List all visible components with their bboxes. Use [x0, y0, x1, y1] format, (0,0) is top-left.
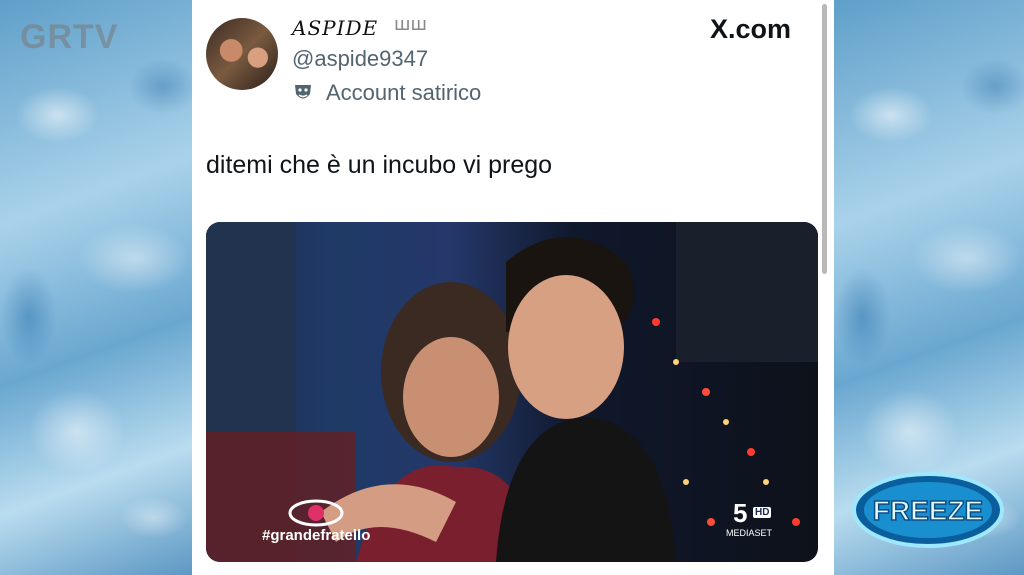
account-label-text: Account satirico	[326, 80, 482, 105]
channel-number: 5	[733, 498, 748, 528]
tweet-media-image[interactable]: #grandefratello 5 HD MEDIASET	[206, 222, 818, 562]
channel-name: MEDIASET	[726, 528, 773, 538]
tweet-text: ditemi che è un incubo vi prego	[206, 151, 553, 179]
source-brand: X.com	[710, 14, 792, 44]
user-handle[interactable]: @aspide9347	[292, 46, 428, 72]
theater-mask-icon	[295, 85, 311, 99]
freeze-logo-text: FREEZE	[873, 495, 983, 526]
scrollbar-thumb[interactable]	[822, 4, 827, 274]
freeze-logo: FREEZE	[852, 472, 1004, 548]
account-label: Account satirico	[292, 80, 481, 106]
big-brother-eye-icon	[288, 499, 344, 527]
hashtag-overlay: #grandefratello	[262, 527, 371, 544]
ice-background-left	[0, 0, 192, 575]
profile-avatar[interactable]	[206, 18, 278, 90]
watermark-logo: GRTV	[20, 18, 119, 56]
display-name[interactable]: ASPIDE	[292, 16, 378, 40]
name-emoji: ꟺꟺ	[394, 14, 427, 34]
channel-hd-badge: HD	[753, 507, 772, 518]
